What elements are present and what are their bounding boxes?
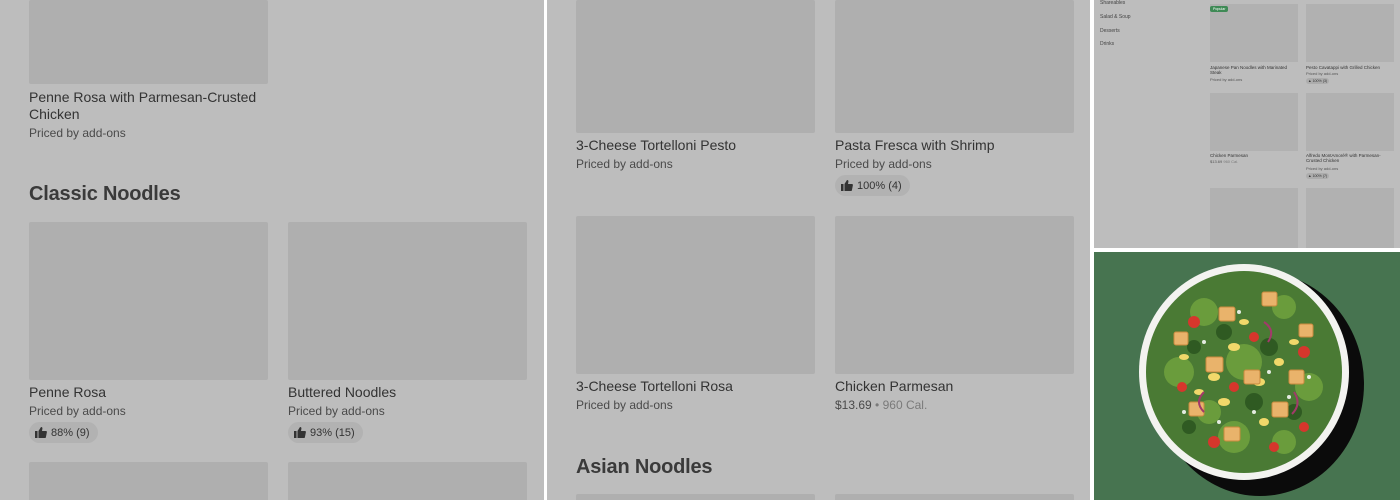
rating-text: 93% (15) — [310, 426, 355, 439]
item-image-penne-rosa-chicken[interactable] — [29, 0, 268, 84]
item-title[interactable]: Penne Rosa with Parmesan-Crusted Chicken — [29, 89, 279, 123]
item-image-tortelloni-pesto[interactable] — [576, 0, 815, 133]
item-image[interactable] — [1210, 93, 1298, 151]
item-price: Priced by add-ons — [29, 404, 126, 418]
menu-overview-thumbnail: Shareables Salad & Soup Desserts Drinks … — [1094, 0, 1400, 248]
category-nav-shareables[interactable]: Shareables — [1100, 0, 1125, 6]
section-title-asian-noodles: Asian Noodles — [576, 456, 713, 478]
item-price: Priced by add-ons — [288, 404, 385, 418]
item-price: Priced by add-ons — [1210, 77, 1243, 82]
item-calories: 960 Cal. — [1223, 159, 1239, 164]
item-price: Priced by add-ons — [29, 126, 126, 140]
item-image[interactable] — [1306, 188, 1394, 248]
item-price-calories: $13.69 • 960 Cal. — [835, 398, 927, 412]
popular-badge: Popular — [1210, 6, 1229, 12]
item-price: Priced by add-ons — [576, 157, 673, 171]
rating-text: 88% (9) — [51, 426, 90, 439]
item-title[interactable]: Buttered Noodles — [288, 384, 396, 401]
thumbs-up-icon — [841, 180, 853, 191]
rating-badge: 100% (4) — [835, 175, 910, 196]
item-image[interactable] — [1306, 93, 1394, 151]
item-title[interactable]: Pesto Cavatappi with Grilled Chicken — [1306, 65, 1396, 70]
rating-badge: ▲ 100% (7) — [1306, 173, 1330, 179]
item-calories: 960 Cal. — [882, 398, 928, 412]
section-title-classic-noodles: Classic Noodles — [29, 183, 181, 205]
rating-badge: ▲ 100% (3) — [1306, 78, 1330, 84]
item-price: $13.69 — [835, 398, 872, 412]
item-title[interactable]: Chicken Parmesan — [1210, 153, 1248, 158]
salad-bowl-illustration — [1139, 264, 1364, 496]
menu-panel-middle: 3-Cheese Tortelloni Pesto Priced by add-… — [547, 0, 1090, 500]
item-price: Priced by add-ons — [1306, 166, 1339, 171]
item-title[interactable]: Chicken Parmesan — [835, 378, 953, 395]
menu-panel-left: Penne Rosa with Parmesan-Crusted Chicken… — [0, 0, 544, 500]
food-photo-salad-bowl[interactable] — [1094, 252, 1400, 500]
thumbs-up-icon — [35, 427, 47, 438]
rating-badge: 93% (15) — [288, 422, 363, 443]
item-image-tortelloni-rosa[interactable] — [576, 216, 815, 374]
item-image-chicken-parmesan[interactable] — [835, 216, 1074, 374]
rating-text: 100% (4) — [857, 179, 902, 192]
rating-text: 100% (7) — [1312, 174, 1328, 178]
item-image[interactable] — [1210, 188, 1298, 248]
item-image-buttered-noodles[interactable] — [288, 222, 527, 380]
thumbs-up-icon: ▲ — [1308, 79, 1312, 83]
category-nav-drinks[interactable]: Drinks — [1100, 41, 1114, 47]
item-price: Priced by add-ons — [835, 157, 932, 171]
item-price-calories: $13.69 960 Cal. — [1210, 159, 1238, 164]
item-title[interactable]: 3-Cheese Tortelloni Pesto — [576, 137, 736, 154]
item-title[interactable]: 3-Cheese Tortelloni Rosa — [576, 378, 733, 395]
item-image[interactable] — [1306, 4, 1394, 62]
category-nav-salad-soup[interactable]: Salad & Soup — [1100, 14, 1131, 20]
item-image[interactable] — [288, 462, 527, 500]
item-image[interactable] — [576, 494, 815, 500]
item-title[interactable]: Japanese Pan Noodles with Marinated Stea… — [1210, 65, 1296, 75]
item-title[interactable]: Pasta Fresca with Shrimp — [835, 137, 995, 154]
category-nav-desserts[interactable]: Desserts — [1100, 28, 1120, 34]
rating-text: 100% (3) — [1312, 79, 1328, 83]
item-title[interactable]: Alfredo MontAmoré® with Parmesan-Crusted… — [1306, 153, 1396, 163]
rating-badge: 88% (9) — [29, 422, 98, 443]
item-price: Priced by add-ons — [1306, 71, 1339, 76]
separator: • — [875, 398, 880, 412]
item-price: Priced by add-ons — [576, 398, 673, 412]
thumbs-up-icon — [294, 427, 306, 438]
item-image[interactable] — [1210, 4, 1298, 62]
item-title[interactable]: Penne Rosa — [29, 384, 106, 401]
item-image[interactable] — [29, 462, 268, 500]
item-image-pasta-fresca-shrimp[interactable] — [835, 0, 1074, 133]
item-price: $13.69 — [1210, 159, 1223, 164]
thumbs-up-icon: ▲ — [1308, 174, 1312, 178]
item-image[interactable] — [835, 494, 1074, 500]
item-image-penne-rosa[interactable] — [29, 222, 268, 380]
